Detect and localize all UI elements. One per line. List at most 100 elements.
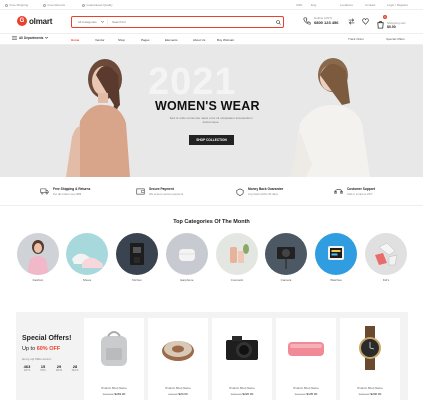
shop-collection-button[interactable]: SHOP COLLECTION bbox=[189, 135, 234, 145]
category-label: Kid's bbox=[382, 278, 390, 282]
feature-item: Customer Support Call or email us 24/7 bbox=[334, 187, 375, 196]
search-button[interactable] bbox=[273, 19, 283, 25]
offers-hurry-text: Hurry up! Offer end in: bbox=[22, 357, 52, 361]
logo-mark: G bbox=[17, 16, 27, 26]
product-card[interactable]: Product Short Name $120.00 $105.00 bbox=[276, 318, 336, 400]
countdown-hours: 15 HRS bbox=[40, 364, 46, 372]
hero-subtitle: Sed ut unde omnis iste natus error sit v… bbox=[169, 116, 253, 124]
countdown-days: 463 DAYS bbox=[23, 364, 31, 372]
category-image bbox=[166, 233, 208, 275]
cart-button[interactable]: 0 Shopping cart $0.00 bbox=[376, 15, 406, 34]
nav-item-buy[interactable]: Buy Wolmart bbox=[217, 38, 247, 42]
category-watches[interactable]: Watches bbox=[315, 233, 357, 282]
category-label: Earphone bbox=[180, 278, 194, 282]
feature-item: Money Back Guarantee Any back within 30 d… bbox=[236, 187, 283, 196]
category-label: Fashion bbox=[32, 278, 44, 282]
support-icon bbox=[334, 189, 343, 194]
hotline: Hotline (24/7) 0800 123 456 bbox=[303, 16, 338, 25]
hotline-number: 0800 123 456 bbox=[314, 20, 339, 25]
search-bar: All Categories bbox=[71, 16, 284, 28]
category-earphone[interactable]: Earphone bbox=[166, 233, 208, 282]
product-image-powerbank bbox=[288, 342, 324, 356]
chevron-down-icon bbox=[101, 21, 104, 23]
countdown-mins: 29 MINS bbox=[55, 364, 63, 372]
category-label: Shoes bbox=[82, 278, 92, 282]
category-camera[interactable]: Camera bbox=[265, 233, 307, 282]
search-input[interactable] bbox=[108, 20, 273, 24]
hero-banner: 2021 WOMEN'S WEAR Sed ut unde omnis iste… bbox=[0, 45, 423, 177]
category-fashion[interactable]: Fashion bbox=[17, 233, 59, 282]
login-link[interactable]: Login / Register bbox=[387, 3, 408, 7]
category-label: Camera bbox=[280, 278, 292, 282]
category-label: Kitchen bbox=[131, 278, 142, 282]
nav-item-vendor[interactable]: Vendor bbox=[95, 38, 118, 42]
search-category-select[interactable]: All Categories bbox=[72, 19, 108, 25]
hero-year: 2021 bbox=[148, 61, 237, 103]
special-offers-section: Special Offers! Up to 60% OFF Hurry up! … bbox=[16, 312, 408, 400]
category-image bbox=[116, 233, 158, 275]
compare-icon[interactable] bbox=[348, 18, 355, 25]
main-nav: All Departments Home Vendor Shop Pages E… bbox=[0, 33, 423, 45]
categories-heading: Top Categories Of The Month bbox=[173, 219, 250, 225]
nav-item-about[interactable]: About Us bbox=[193, 38, 217, 42]
nav-menu: Home Vendor Shop Pages Elements About Us… bbox=[71, 38, 247, 42]
category-cosmetic[interactable]: Cosmetic bbox=[216, 233, 258, 282]
cart-icon bbox=[377, 20, 384, 29]
topbar-item: Free Shipping bbox=[5, 3, 28, 7]
feature-item: Secure Payment We ensure secure payment bbox=[136, 187, 183, 196]
heart-icon[interactable] bbox=[362, 18, 369, 25]
search-icon bbox=[275, 19, 281, 25]
category-image bbox=[66, 233, 108, 275]
logo-text: olmart bbox=[29, 16, 53, 26]
category-label: Cosmetic bbox=[230, 278, 244, 282]
countdown-secs: 28 SECS bbox=[71, 364, 79, 372]
offers-discount: Up to 60% OFF bbox=[22, 346, 61, 352]
nav-item-pages[interactable]: Pages bbox=[141, 38, 165, 42]
special-offers-link[interactable]: Special Offers bbox=[386, 37, 405, 41]
track-order-link[interactable]: Track Order bbox=[348, 37, 364, 41]
category-label: Watches bbox=[330, 278, 342, 282]
nav-item-elements[interactable]: Elements bbox=[165, 38, 193, 42]
phone-icon bbox=[303, 16, 311, 25]
product-image-backpack bbox=[101, 331, 127, 366]
feature-item: Free Shipping & Returns For all orders ov… bbox=[40, 187, 90, 196]
cart-value: $0.00 bbox=[387, 25, 396, 29]
product-image-camera bbox=[226, 336, 258, 360]
money-back-icon bbox=[236, 187, 244, 196]
category-image bbox=[17, 233, 59, 275]
features-bar: Free Shipping & Returns For all orders ov… bbox=[0, 182, 423, 206]
contact-link[interactable]: Contact bbox=[365, 3, 375, 7]
product-card[interactable]: Product Short Name $250.00 $200.00 bbox=[340, 318, 400, 400]
return-icon bbox=[43, 3, 46, 7]
quality-icon bbox=[82, 3, 85, 7]
category-image bbox=[265, 233, 307, 275]
topbar-item: Guaranteed Quality bbox=[82, 3, 113, 7]
product-card[interactable]: Product Short Name $279.00 $249.00 bbox=[84, 318, 144, 400]
locations-link[interactable]: Locations bbox=[340, 3, 353, 7]
category-kitchen[interactable]: Kitchen bbox=[116, 233, 158, 282]
all-departments-button[interactable]: All Departments bbox=[12, 36, 49, 40]
product-image-watch bbox=[359, 326, 381, 370]
category-image bbox=[365, 233, 407, 275]
cart-count-badge: 0 bbox=[383, 15, 387, 19]
language-select[interactable]: Eng bbox=[311, 3, 316, 7]
nav-item-shop[interactable]: Shop bbox=[118, 38, 141, 42]
category-image bbox=[315, 233, 357, 275]
topbar-item: Free Returns bbox=[43, 3, 65, 7]
menu-icon bbox=[12, 36, 17, 40]
category-shoes[interactable]: Shoes bbox=[66, 233, 108, 282]
truck-icon bbox=[5, 3, 8, 7]
category-kids[interactable]: Kid's bbox=[365, 233, 407, 282]
currency-select[interactable]: USD bbox=[296, 3, 302, 7]
product-card[interactable]: Product Short Name $254.00 $220.00 bbox=[212, 318, 272, 400]
truck-icon bbox=[40, 188, 49, 195]
site-logo[interactable]: G olmart bbox=[17, 16, 52, 26]
hero-title: WOMEN'S WEAR bbox=[155, 99, 260, 113]
product-image-pillow bbox=[162, 341, 194, 361]
chevron-down-icon bbox=[45, 37, 49, 39]
nav-item-home[interactable]: Home bbox=[71, 38, 95, 42]
top-bar: Free Shipping Free Returns Guaranteed Qu… bbox=[0, 0, 423, 10]
wallet-icon bbox=[136, 188, 145, 195]
product-card[interactable]: Product Short Name $30.00 $20.00 bbox=[148, 318, 208, 400]
offers-title: Special Offers! bbox=[22, 335, 72, 342]
